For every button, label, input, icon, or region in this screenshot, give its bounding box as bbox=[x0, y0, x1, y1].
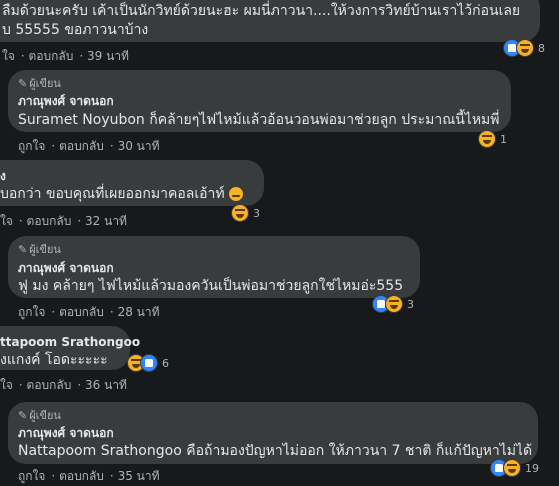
haha-reaction-icon bbox=[231, 204, 249, 222]
reaction-summary[interactable]: 19 bbox=[490, 458, 539, 478]
reaction-count: 3 bbox=[407, 297, 414, 311]
haha-reaction-icon bbox=[385, 295, 403, 313]
comment-actions: ใจ · ตอบกลับ · 39 นาที bbox=[2, 49, 129, 63]
comment-text: ฟู มง คล้ายๆ ไฟไหม้แล้วมองควันเป็นพ่อมาช… bbox=[18, 278, 404, 294]
like-link[interactable]: ถูกใจ bbox=[18, 469, 45, 483]
comment-author[interactable]: ภาณุพงศ์ จาดนอก bbox=[18, 261, 114, 276]
reply-link[interactable]: ตอบกลับ bbox=[59, 139, 104, 153]
timestamp[interactable]: 39 นาที bbox=[87, 49, 129, 63]
reaction-count: 8 bbox=[538, 41, 545, 55]
reply-link[interactable]: ตอบกลับ bbox=[59, 305, 104, 319]
like-link[interactable]: ถูกใจ bbox=[18, 139, 45, 153]
timestamp[interactable]: 30 นาที bbox=[118, 139, 160, 153]
haha-reaction-icon bbox=[478, 130, 496, 148]
timestamp[interactable]: 28 นาที bbox=[118, 305, 160, 319]
like-reaction-icon bbox=[140, 354, 158, 372]
like-link[interactable]: ใจ bbox=[0, 214, 13, 228]
comment-actions: ใจ · ตอบกลับ · 36 นาที bbox=[0, 378, 127, 392]
reaction-summary[interactable]: 3 bbox=[372, 294, 414, 314]
comment-text: งแกงค์ โอดะะะะะ bbox=[0, 352, 108, 368]
reaction-summary[interactable]: 3 bbox=[231, 203, 260, 223]
like-link[interactable]: ถูกใจ bbox=[18, 305, 45, 319]
comment-text: ลืมด้วยนะครับ เค้าเป็นนักวิทย์ด้วยนะฮะ ผ… bbox=[2, 3, 521, 19]
comment-author[interactable]: ttapoom Srathongoo bbox=[0, 335, 140, 350]
haha-reaction-icon bbox=[516, 39, 534, 57]
comment-text: บ 55555 ขอภาวนาบ้าง bbox=[2, 22, 149, 38]
comment-actions: ถูกใจ · ตอบกลับ · 30 นาที bbox=[18, 139, 160, 153]
confused-emoji-icon bbox=[229, 187, 244, 201]
reply-link[interactable]: ตอบกลับ bbox=[27, 214, 72, 228]
author-badge: ✎ ผู้เขียน bbox=[18, 409, 61, 422]
reaction-count: 19 bbox=[525, 461, 539, 475]
haha-reaction-icon bbox=[503, 459, 521, 477]
comment-author[interactable]: ง bbox=[0, 169, 6, 184]
timestamp[interactable]: 35 นาที bbox=[118, 469, 160, 483]
comment-text: Suramet Noyubon ก็คล้ายๆไฟไหม้แล้วอ้อนวอ… bbox=[18, 112, 500, 128]
comment-text: บอกว่า ขอบคุณที่เผยออกมาคอลเอ้าท์ bbox=[0, 185, 244, 203]
author-badge: ✎ ผู้เขียน bbox=[18, 243, 61, 256]
comment-author[interactable]: ภาณุพงศ์ จาดนอก bbox=[18, 94, 114, 109]
comment-actions: ถูกใจ · ตอบกลับ · 35 นาที bbox=[18, 469, 160, 483]
reply-link[interactable]: ตอบกลับ bbox=[27, 378, 72, 392]
author-badge: ✎ ผู้เขียน bbox=[18, 77, 61, 90]
timestamp[interactable]: 36 นาที bbox=[85, 378, 127, 392]
like-link[interactable]: ใจ bbox=[0, 378, 13, 392]
reaction-count: 3 bbox=[253, 206, 260, 220]
reaction-count: 6 bbox=[162, 356, 169, 370]
comment-author[interactable]: ภาณุพงศ์ จาดนอก bbox=[18, 426, 114, 441]
like-link[interactable]: ใจ bbox=[2, 49, 15, 63]
pencil-icon: ✎ bbox=[18, 77, 28, 90]
reaction-summary[interactable]: 6 bbox=[127, 353, 169, 373]
reaction-summary[interactable]: 1 bbox=[478, 129, 507, 149]
timestamp[interactable]: 32 นาที bbox=[85, 214, 127, 228]
comment-text: Nattapoom Srathongoo คือถ้ามองปัญหาไม่ออ… bbox=[18, 443, 533, 459]
pencil-icon: ✎ bbox=[18, 409, 28, 422]
reaction-count: 1 bbox=[500, 132, 507, 146]
reply-link[interactable]: ตอบกลับ bbox=[29, 49, 74, 63]
comment-actions: ใจ · ตอบกลับ · 32 นาที bbox=[0, 214, 127, 228]
reaction-summary[interactable]: 8 bbox=[503, 38, 545, 58]
pencil-icon: ✎ bbox=[18, 243, 28, 256]
reply-link[interactable]: ตอบกลับ bbox=[59, 469, 104, 483]
comment-actions: ถูกใจ · ตอบกลับ · 28 นาที bbox=[18, 305, 160, 319]
